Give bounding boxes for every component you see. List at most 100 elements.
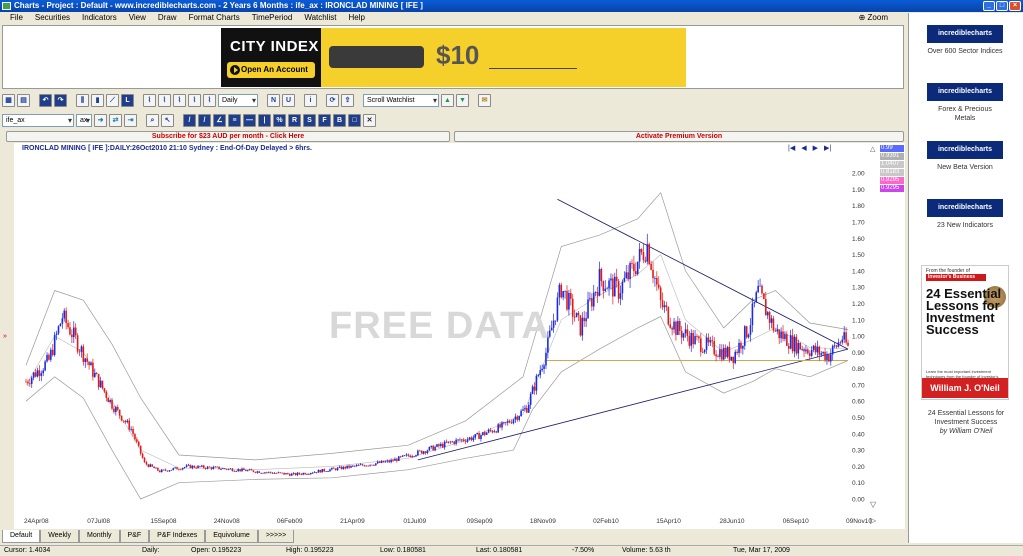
- candle-body: [719, 349, 721, 357]
- exchange-select[interactable]: ax: [76, 113, 92, 127]
- undo-icon[interactable]: ↶: [39, 93, 52, 107]
- candle-body: [483, 432, 486, 435]
- menu-watchlist[interactable]: Watchlist: [298, 12, 342, 23]
- next-page-icon[interactable]: ▶: [813, 144, 818, 152]
- last-icon[interactable]: ▶|: [824, 144, 831, 152]
- candle-body: [543, 365, 545, 369]
- candle-chart-icon[interactable]: ▮: [91, 93, 104, 107]
- indicator-icon-4[interactable]: ⌇: [188, 93, 201, 107]
- tab-equivolume[interactable]: Equivolume: [205, 530, 258, 543]
- activate-premium-button[interactable]: Activate Premium Version: [454, 131, 904, 142]
- first-icon[interactable]: |◀: [788, 144, 795, 152]
- book-ad[interactable]: From the founder of Investor's Business …: [921, 265, 1009, 400]
- security-input[interactable]: ife_ax: [2, 113, 74, 127]
- candle-body: [726, 346, 729, 357]
- draw-b-icon[interactable]: B: [333, 113, 346, 127]
- draw-pct-icon[interactable]: %: [273, 113, 286, 127]
- indicator-icon-1[interactable]: ⌇: [143, 93, 156, 107]
- chart-panel[interactable]: 0.00 0.10 0.20 0.30 0.40 0.50 0.60 0.70 0.80 0.90…: [14, 143, 905, 529]
- candle-body: [164, 469, 167, 471]
- export-icon[interactable]: ⇪: [341, 93, 354, 107]
- y-tick-label: 0.10: [852, 480, 865, 487]
- promo-indicators[interactable]: incrediblecharts 23 New Indicators: [927, 199, 1003, 230]
- menu-file[interactable]: File: [4, 12, 29, 23]
- candle-body: [724, 347, 727, 357]
- draw-box-icon[interactable]: □: [348, 113, 361, 127]
- scroll-down-icon[interactable]: ▼: [456, 93, 469, 107]
- open-account-button[interactable]: Open An Account: [227, 62, 315, 78]
- menu-help[interactable]: Help: [342, 12, 370, 23]
- indicator-icon-5[interactable]: ⌇: [203, 93, 216, 107]
- candle-body: [596, 292, 599, 296]
- candle-body: [705, 337, 708, 350]
- menu-draw[interactable]: Draw: [152, 12, 183, 23]
- next-icon[interactable]: ⇥: [124, 113, 137, 127]
- tab-monthly[interactable]: Monthly: [79, 530, 120, 543]
- x-tick-label: 07Jul08: [87, 518, 110, 525]
- promo-forex[interactable]: incrediblecharts Forex & Precious Metals: [927, 83, 1003, 123]
- y-tick-label: 1.30: [852, 285, 865, 292]
- pointer-icon[interactable]: ↖: [161, 113, 174, 127]
- chart-icon[interactable]: ▦: [2, 93, 15, 107]
- tab-pf-indexes[interactable]: P&F Indexes: [149, 530, 206, 543]
- candle-body: [206, 466, 209, 469]
- chart-navigation: |◀ ◀ ▶ ▶|: [788, 144, 831, 152]
- zoom-button[interactable]: ⊕ Zoom: [859, 12, 888, 23]
- candle-body: [84, 358, 87, 363]
- swap-icon[interactable]: ⇄: [109, 113, 122, 127]
- draw-s-icon[interactable]: S: [303, 113, 316, 127]
- promo-beta[interactable]: incrediblecharts New Beta Version: [927, 141, 1003, 172]
- tab-default[interactable]: Default: [2, 530, 41, 543]
- indicator-icon-3[interactable]: ⌇: [173, 93, 186, 107]
- menu-indicators[interactable]: Indicators: [76, 12, 123, 23]
- scroll-up-icon[interactable]: ▲: [441, 93, 454, 107]
- tab-weekly[interactable]: Weekly: [40, 530, 80, 543]
- delete-drawing-icon[interactable]: ✕: [363, 113, 376, 127]
- maximize-icon[interactable]: □: [996, 1, 1008, 11]
- period-select[interactable]: Daily: [218, 93, 258, 107]
- menu-format-charts[interactable]: Format Charts: [183, 12, 246, 23]
- tab-pf[interactable]: P&F: [119, 530, 150, 543]
- redo-icon[interactable]: ↷: [54, 93, 67, 107]
- print-icon[interactable]: ▤: [17, 93, 30, 107]
- candle-body: [568, 293, 570, 310]
- mail-icon[interactable]: ✉: [478, 93, 491, 107]
- ad-banner[interactable]: CITY INDEX Open An Account $10: [221, 28, 686, 87]
- binoculars-icon[interactable]: ⌕: [146, 113, 159, 127]
- watchlist-select[interactable]: Scroll Watchlist: [363, 93, 439, 107]
- subscribe-link[interactable]: Subscribe for $23 AUD per month - Click …: [6, 131, 450, 142]
- close-icon[interactable]: ×: [1009, 1, 1021, 11]
- tab-more[interactable]: >>>>>: [257, 530, 295, 543]
- menu-securities[interactable]: Securities: [29, 12, 76, 23]
- info-icon[interactable]: i: [304, 93, 317, 107]
- go-right-icon[interactable]: ➜: [94, 113, 107, 127]
- book-caption[interactable]: 24 Essential Lessons for Investment Succ…: [915, 409, 1017, 436]
- promo-sector-indices[interactable]: incrediblecharts Over 600 Sector Indices: [927, 25, 1003, 56]
- indicator-icon-2[interactable]: ⌇: [158, 93, 171, 107]
- draw-r-icon[interactable]: R: [288, 113, 301, 127]
- candle-body: [770, 318, 773, 323]
- candle-body: [470, 437, 473, 441]
- line-chart-icon[interactable]: ⟋: [106, 93, 119, 107]
- minimize-icon[interactable]: _: [983, 1, 995, 11]
- prev-icon[interactable]: ◀: [801, 144, 806, 152]
- draw-fib-icon[interactable]: ≡: [228, 113, 241, 127]
- menu-timeperiod[interactable]: TimePeriod: [246, 12, 299, 23]
- draw-line-icon[interactable]: /: [183, 113, 196, 127]
- candle-body: [48, 354, 50, 360]
- candle-body: [461, 439, 463, 441]
- log-scale-icon[interactable]: L: [121, 93, 134, 107]
- draw-f-icon[interactable]: F: [318, 113, 331, 127]
- draw-channel-icon[interactable]: /: [198, 113, 211, 127]
- menu-view[interactable]: View: [123, 12, 152, 23]
- ug-icon[interactable]: U: [282, 93, 295, 107]
- draw-fan-icon[interactable]: ∠: [213, 113, 226, 127]
- draw-vline-icon[interactable]: |: [258, 113, 271, 127]
- draw-hline-icon[interactable]: —: [243, 113, 256, 127]
- candle-body: [231, 468, 234, 472]
- bar-chart-icon[interactable]: ⫼: [76, 93, 89, 107]
- candle-body: [765, 299, 767, 316]
- refresh-icon[interactable]: ⟳: [326, 93, 339, 107]
- price-tag-ma1: 0.9295: [880, 177, 904, 184]
- nr-icon[interactable]: N: [267, 93, 280, 107]
